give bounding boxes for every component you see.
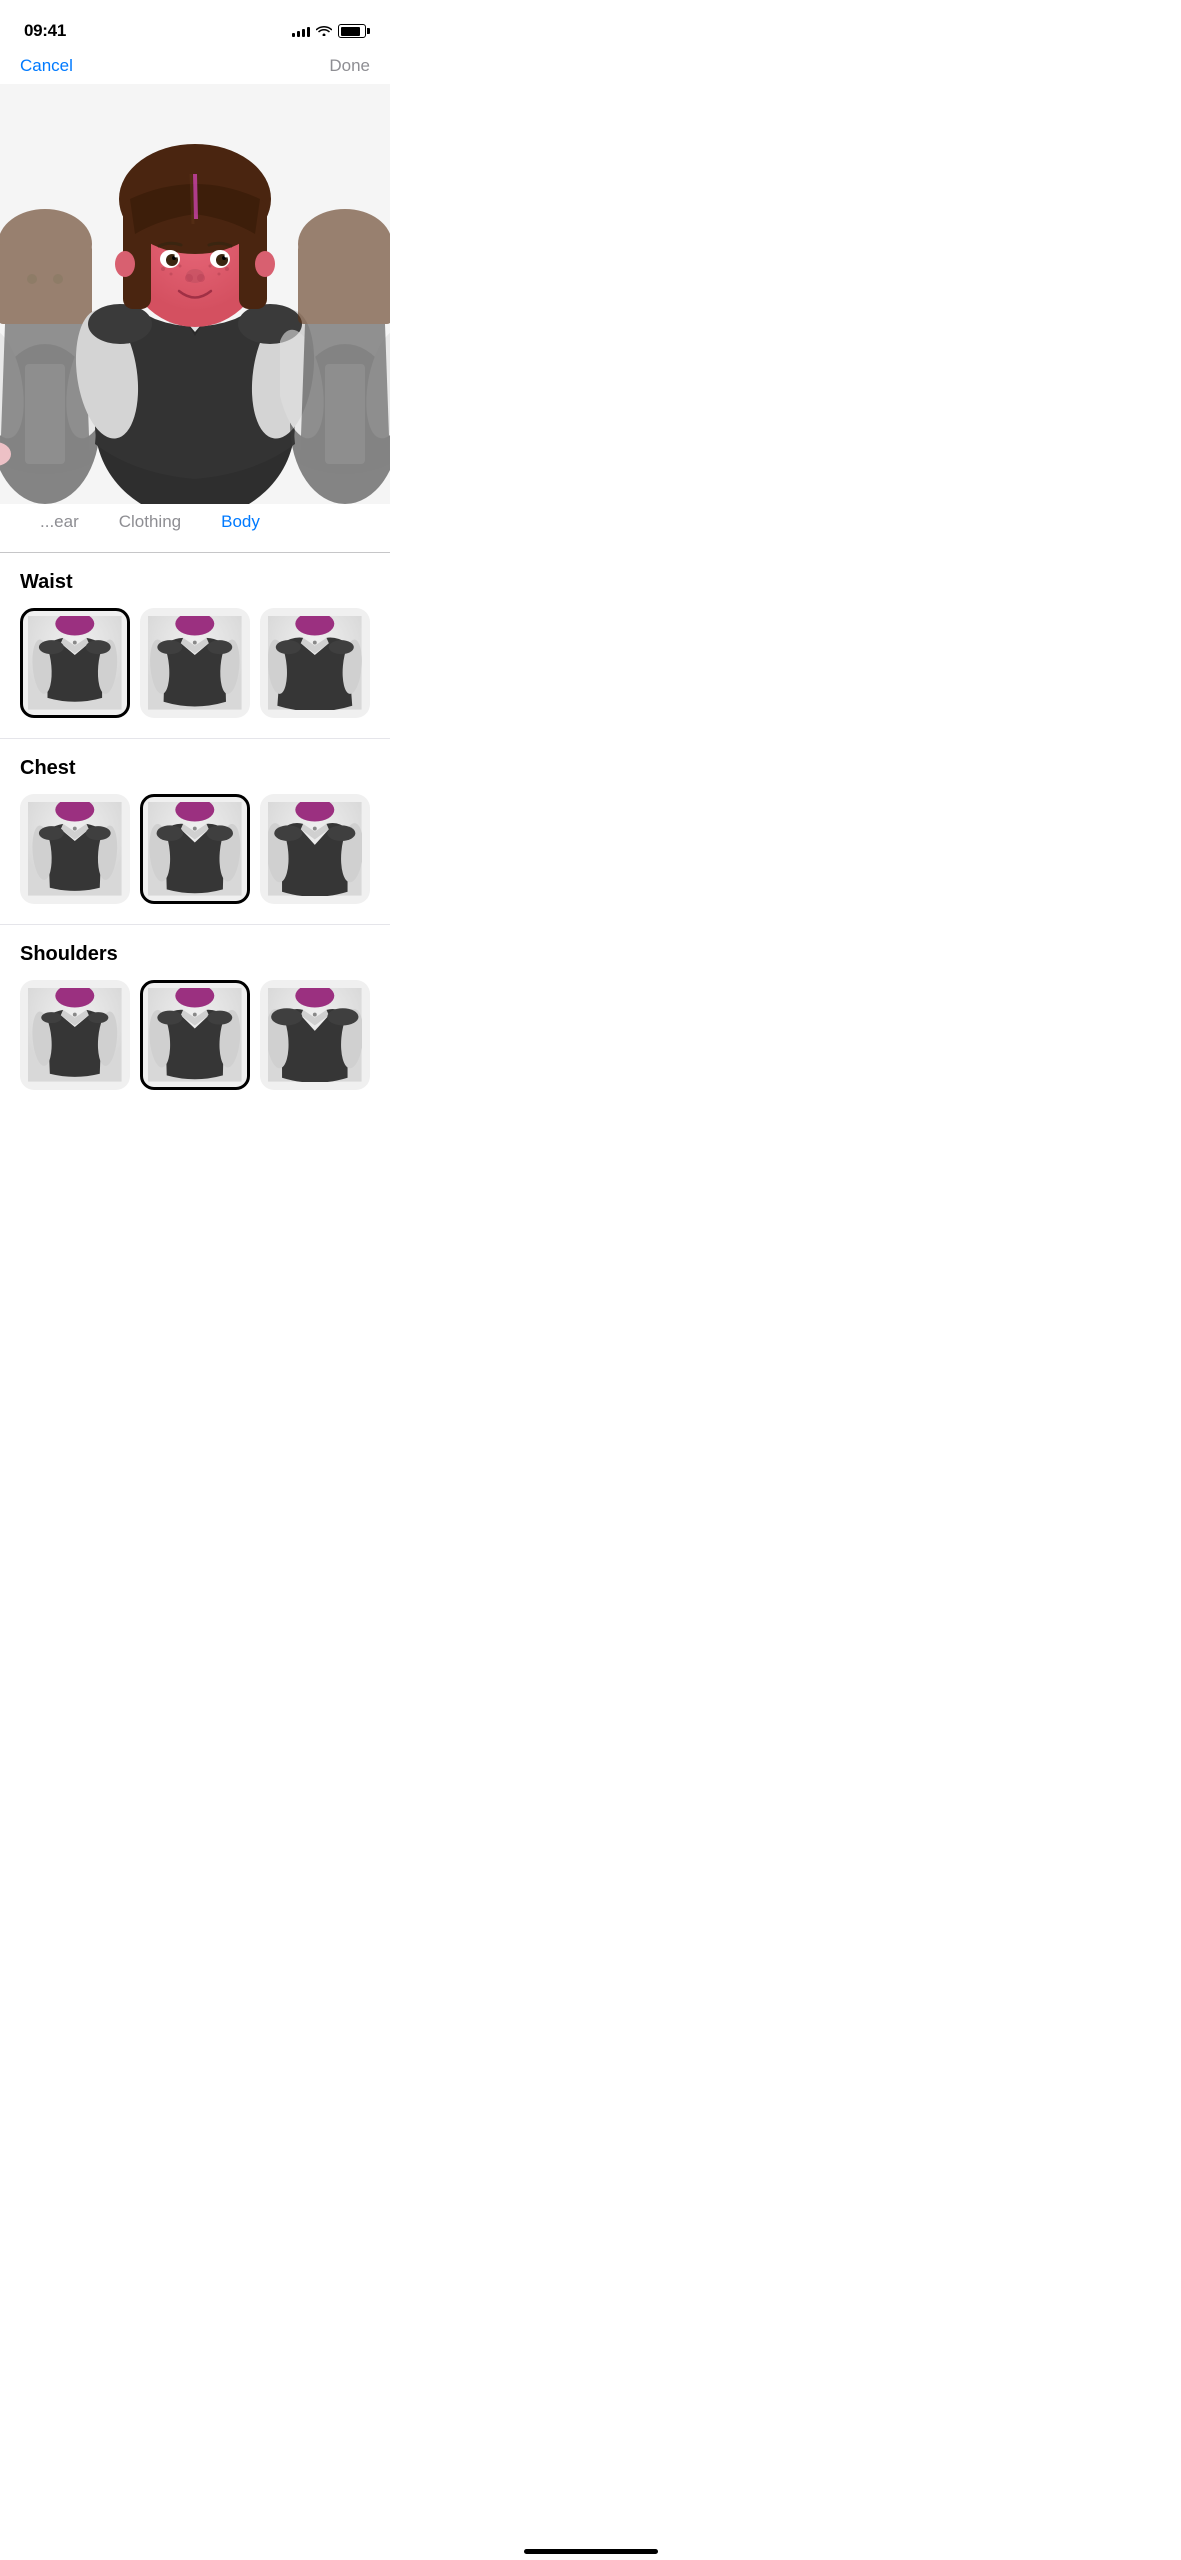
waist-option-1[interactable] <box>20 608 130 718</box>
waist-section: Waist <box>0 553 390 738</box>
signal-icon <box>292 25 310 37</box>
waist-option-2[interactable] <box>140 608 250 718</box>
status-icons <box>292 24 366 39</box>
status-bar: 09:41 <box>0 0 390 48</box>
tab-body[interactable]: Body <box>201 504 280 540</box>
chest-section: Chest <box>0 739 390 924</box>
status-time: 09:41 <box>24 21 66 41</box>
avatar-preview <box>0 84 390 504</box>
shoulders-option-2[interactable] <box>140 980 250 1090</box>
waist-option-3[interactable] <box>260 608 370 718</box>
shoulders-section: Shoulders <box>0 925 390 1110</box>
wifi-icon <box>316 24 332 39</box>
chest-option-2[interactable] <box>140 794 250 904</box>
avatar-right <box>280 144 390 504</box>
cancel-button[interactable]: Cancel <box>20 56 73 76</box>
done-button[interactable]: Done <box>329 56 370 76</box>
tab-clothing[interactable]: Clothing <box>99 504 201 540</box>
shoulders-option-1[interactable] <box>20 980 130 1090</box>
tab-bar: ...ear Clothing Body <box>0 504 390 552</box>
tab-headwear[interactable]: ...ear <box>20 504 99 540</box>
nav-bar: Cancel Done <box>0 48 390 84</box>
chest-options-grid <box>20 794 370 924</box>
shoulders-options-grid <box>20 980 370 1110</box>
shoulders-option-3[interactable] <box>260 980 370 1090</box>
home-bar <box>524 2549 658 2554</box>
home-indicator <box>0 2541 1181 2560</box>
waist-options-grid <box>20 608 370 738</box>
body-customization-content: Waist <box>0 553 390 1110</box>
chest-title: Chest <box>20 757 370 780</box>
battery-icon <box>338 24 366 38</box>
chest-option-1[interactable] <box>20 794 130 904</box>
chest-option-3[interactable] <box>260 794 370 904</box>
shoulders-title: Shoulders <box>20 943 370 966</box>
waist-title: Waist <box>20 571 370 594</box>
